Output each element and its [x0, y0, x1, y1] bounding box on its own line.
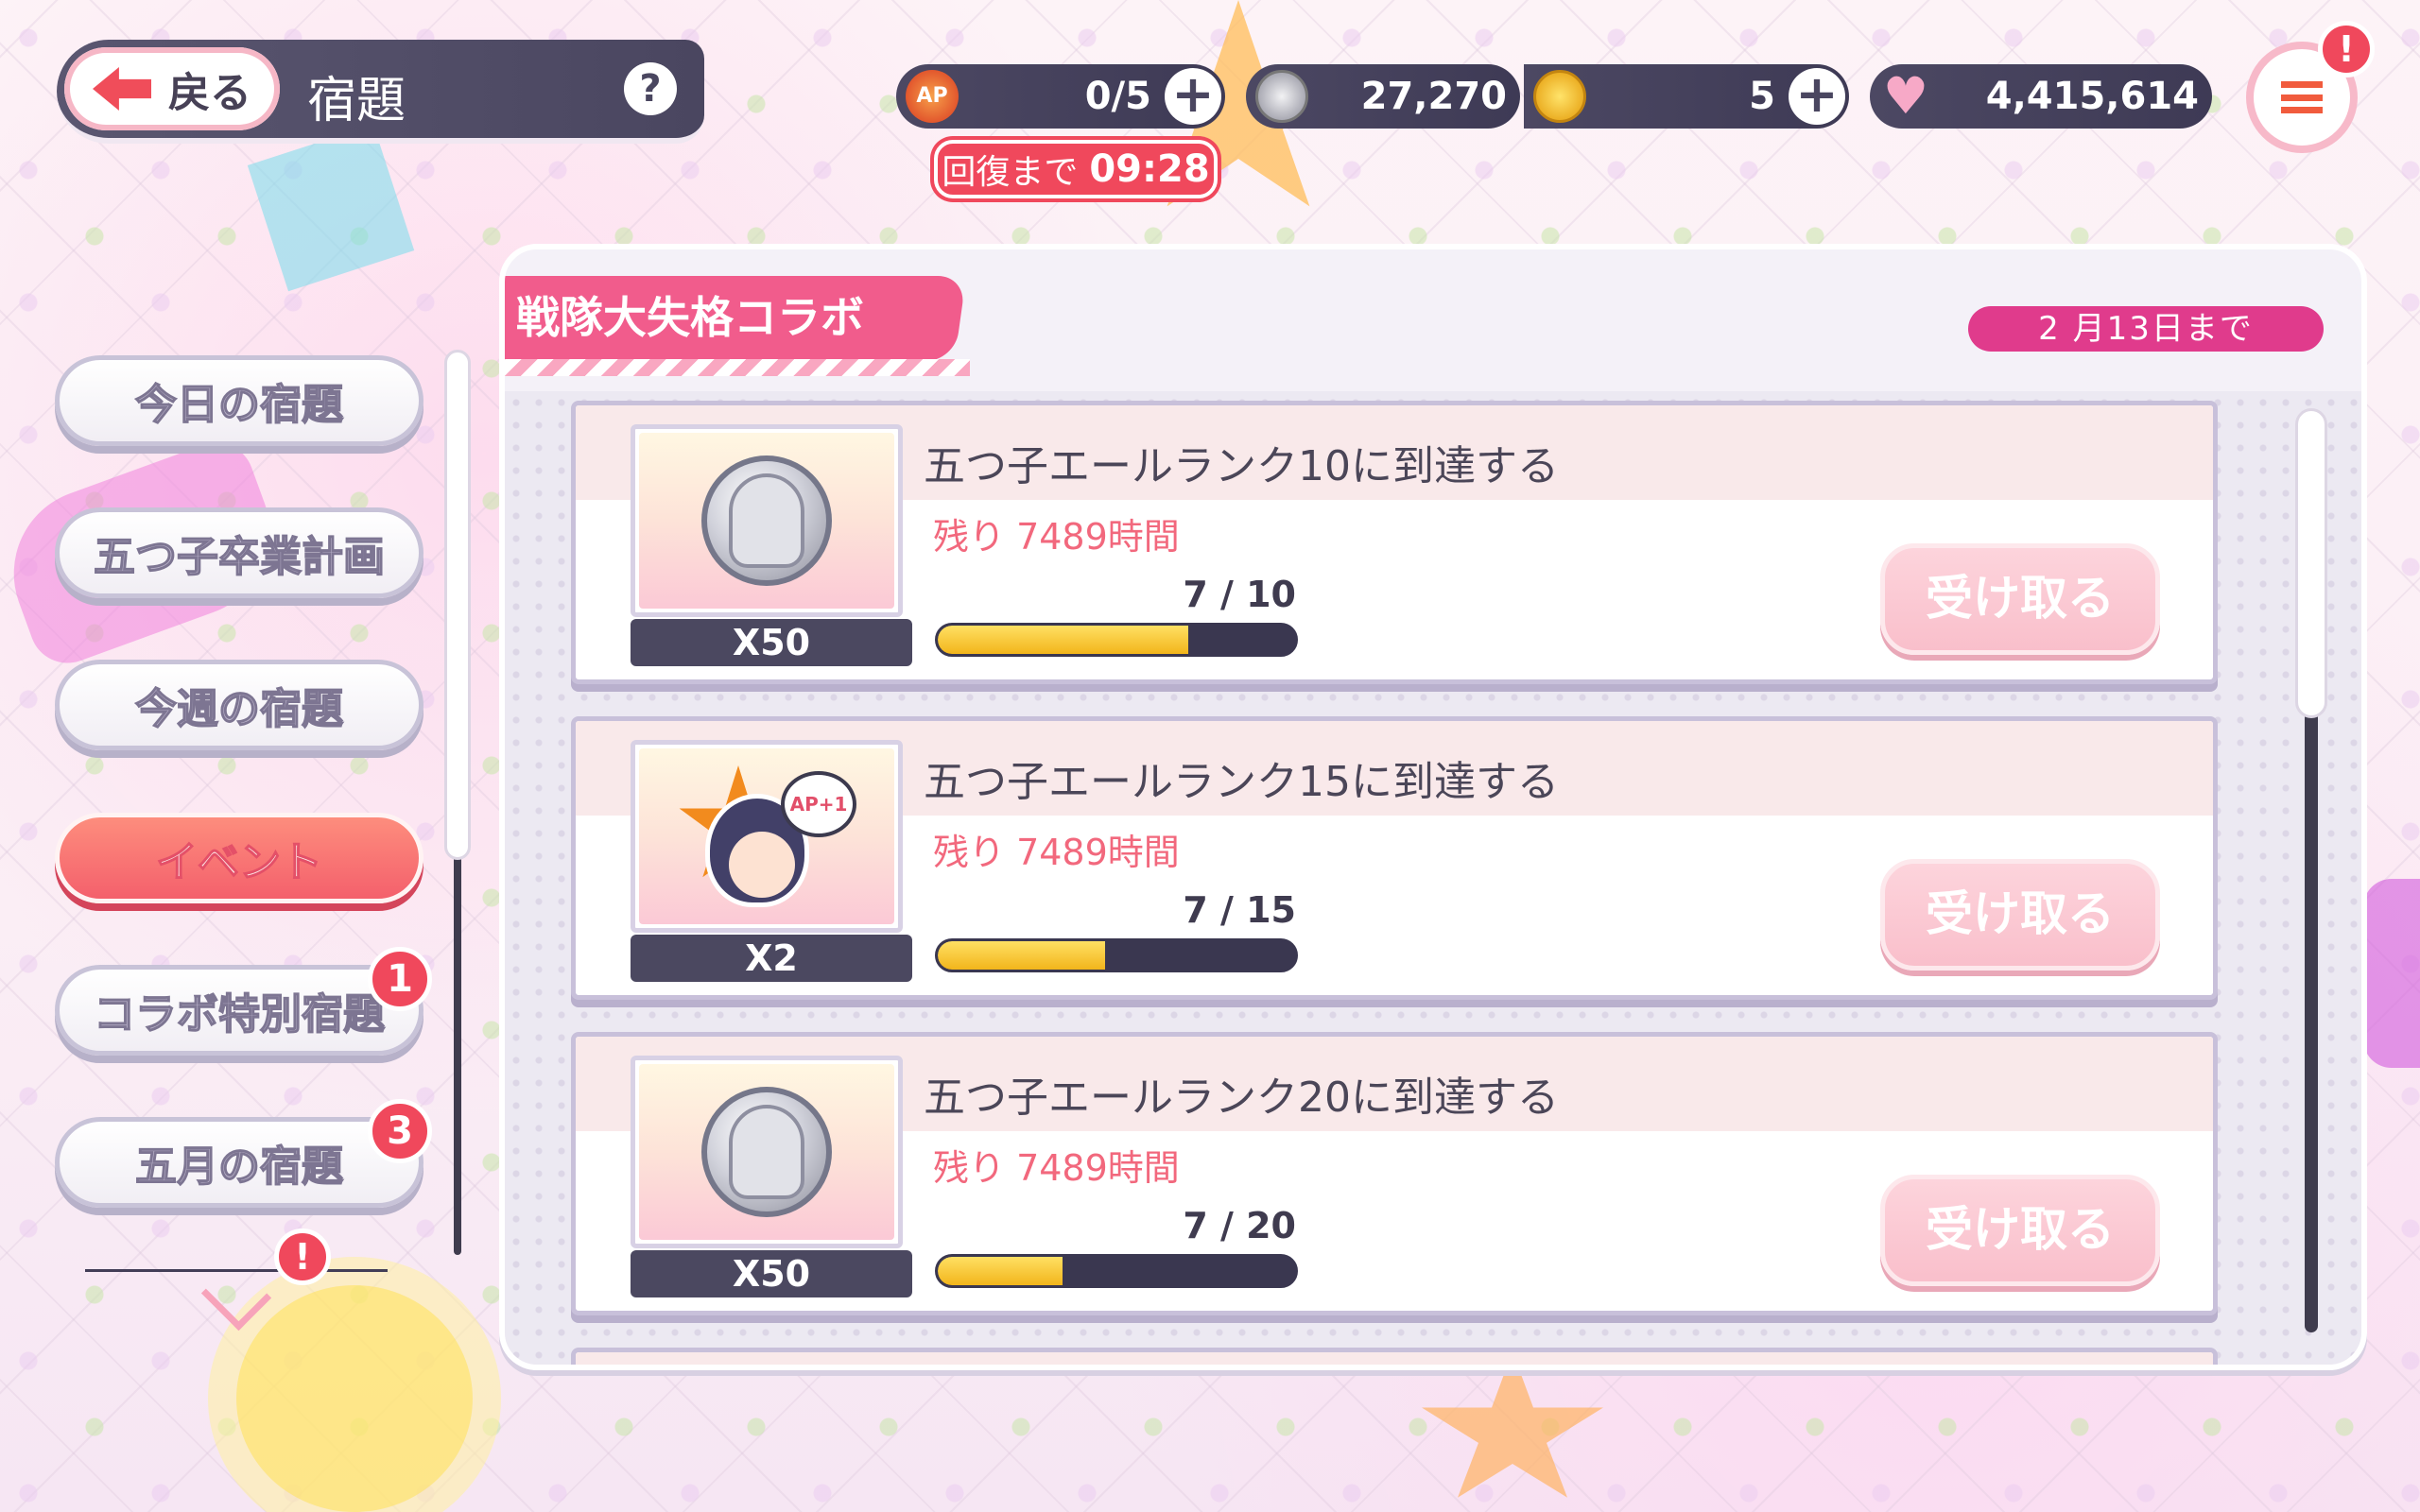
silver-coin-counter: 27,270 [1246, 64, 1520, 129]
task-title: 五つ子エールランク20に到達する [924, 1074, 1559, 1122]
ap-counter: AP 0/5 + [896, 64, 1225, 129]
more-alert-badge: ! [274, 1228, 331, 1285]
back-label: 戻る [168, 69, 251, 117]
reward-icon-frame: AP+1 [631, 740, 903, 933]
sidebar-item-event[interactable]: イベント [55, 813, 424, 903]
gold-add-button[interactable]: + [1789, 68, 1845, 125]
event-label-stripe [505, 359, 970, 376]
task-progress-fill [938, 1257, 1063, 1285]
silver-coin-icon [701, 1087, 832, 1217]
task-list-scrollbar-thumb[interactable] [2295, 408, 2327, 718]
task-row [571, 1348, 2218, 1365]
header-title-bar: 戻る 宿題 ? [57, 40, 704, 144]
sidebar-item-this-week[interactable]: 今週の宿題 [55, 660, 424, 750]
ap-value: 0/5 [1084, 75, 1151, 118]
task-list: X50 五つ子エールランク10に到達する 残り 7489時間 7 / 10 受け… [505, 391, 2361, 1365]
claim-button[interactable]: 受け取る [1880, 1175, 2160, 1286]
sidebar-item-collab-special[interactable]: コラボ特別宿題 1 [55, 947, 432, 1056]
heart-value: 4,415,614 [1985, 75, 2199, 118]
recovery-label: 回復まで [942, 153, 1079, 192]
claim-button[interactable]: 受け取る [1880, 859, 2160, 971]
sidebar-item-itsuki[interactable]: 五月の宿題 3 [55, 1099, 432, 1208]
ap-icon: AP [906, 70, 959, 123]
sidebar-item-label: 五月の宿題 [134, 1142, 344, 1192]
task-progress-bar [935, 623, 1298, 657]
page-title: 宿題 [307, 73, 406, 129]
event-title: 戦隊大失格コラボ [516, 292, 864, 343]
sidebar-item-label: コラボ特別宿題 [93, 989, 386, 1040]
sidebar-item-label: 今週の宿題 [134, 684, 344, 734]
task-progress-text: 7 / 20 [1183, 1205, 1296, 1246]
task-time-remaining: 残り 7489時間 [933, 832, 1180, 873]
background-decoration [2363, 879, 2420, 1068]
task-progress-bar [935, 938, 1298, 972]
background-flower-decoration [236, 1285, 473, 1512]
reward-icon-frame [631, 424, 903, 617]
heart-icon: ♥ [1882, 66, 1929, 126]
sidebar-item-label: 五つ子卒業計画 [93, 532, 386, 582]
ap-recovery-timer: 回復まで 09:28 [934, 140, 1218, 198]
task-progress-text: 7 / 10 [1183, 574, 1296, 615]
reward-quantity: X50 [631, 619, 912, 666]
silver-coin-icon [701, 455, 832, 586]
ap-recovery-sticker-icon: AP+1 [677, 756, 856, 917]
task-progress-fill [938, 941, 1105, 970]
back-arrow-icon [93, 67, 151, 111]
gold-coin-icon [1533, 70, 1586, 123]
reward-quantity: X50 [631, 1250, 912, 1297]
task-row: AP+1 X2 五つ子エールランク15に到達する 残り 7489時間 7 / 1… [571, 716, 2218, 1000]
ap-plus-badge: AP+1 [781, 771, 856, 837]
task-progress-bar [935, 1254, 1298, 1288]
silver-coin-icon [1255, 70, 1308, 123]
help-button[interactable]: ? [624, 62, 677, 115]
task-row-header [576, 1352, 2213, 1365]
sidebar-item-graduation-plan[interactable]: 五つ子卒業計画 [55, 507, 424, 598]
claim-button[interactable]: 受け取る [1880, 543, 2160, 655]
ap-add-button[interactable]: + [1165, 68, 1221, 125]
notification-badge: 1 [368, 947, 432, 1011]
gold-coin-counter: 5 + [1524, 64, 1849, 129]
task-row: X50 五つ子エールランク20に到達する 残り 7489時間 7 / 20 受け… [571, 1032, 2218, 1315]
hamburger-menu-icon [2281, 81, 2323, 113]
silver-coin-value: 27,270 [1360, 75, 1507, 118]
back-button[interactable]: 戻る [64, 47, 280, 130]
heart-counter: ♥ 4,415,614 [1870, 64, 2212, 129]
notification-badge: 3 [368, 1099, 432, 1163]
sidebar-item-today[interactable]: 今日の宿題 [55, 355, 424, 446]
task-title: 五つ子エールランク15に到達する [924, 758, 1559, 806]
task-time-remaining: 残り 7489時間 [933, 1147, 1180, 1189]
reward-quantity: X2 [631, 935, 912, 982]
task-progress-fill [938, 626, 1188, 654]
menu-alert-badge: ! [2318, 21, 2375, 77]
task-time-remaining: 残り 7489時間 [933, 516, 1180, 558]
recovery-time: 09:28 [1089, 147, 1210, 191]
homework-panel: X50 五つ子エールランク10に到達する 残り 7489時間 7 / 10 受け… [499, 244, 2367, 1370]
task-progress-text: 7 / 15 [1183, 889, 1296, 931]
reward-icon-frame [631, 1056, 903, 1248]
sidebar-scrollbar-thumb[interactable] [444, 350, 471, 860]
task-row: X50 五つ子エールランク10に到達する 残り 7489時間 7 / 10 受け… [571, 401, 2218, 684]
gold-coin-value: 5 [1749, 75, 1775, 118]
sidebar-item-label: イベント [155, 837, 323, 887]
event-deadline: 2 月13日まで [1968, 306, 2324, 352]
sidebar-item-label: 今日の宿題 [134, 380, 344, 430]
task-title: 五つ子エールランク10に到達する [924, 442, 1559, 490]
